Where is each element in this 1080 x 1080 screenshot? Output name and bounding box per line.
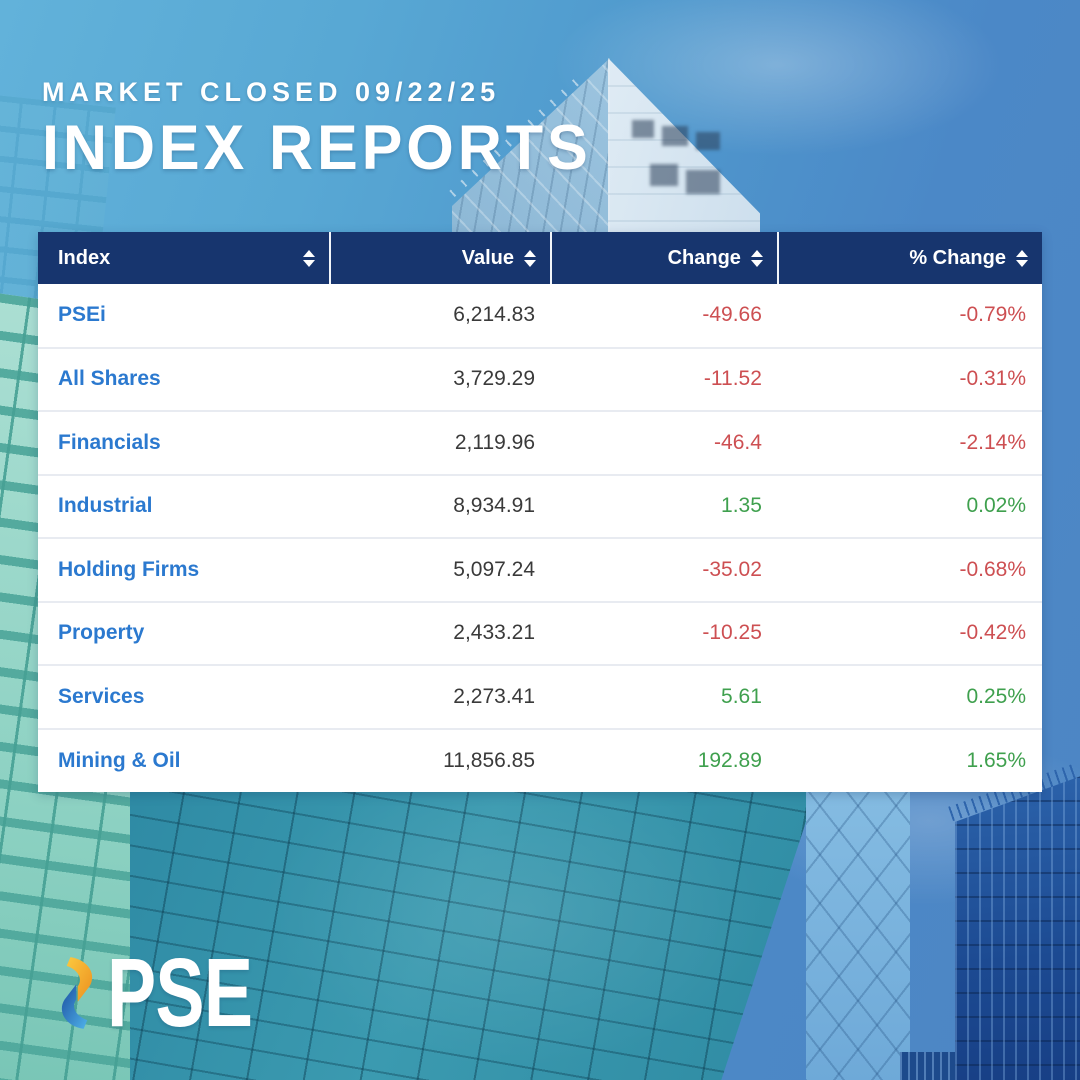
change-cell: 1.35 <box>551 475 778 539</box>
pct-change-cell: -0.68% <box>778 538 1042 602</box>
pse-logo: PSE <box>55 944 298 1041</box>
change-cell: 5.61 <box>551 665 778 729</box>
column-header-pct-change[interactable]: % Change <box>778 232 1042 284</box>
table-row: Industrial8,934.911.350.02% <box>38 475 1042 539</box>
value-cell: 5,097.24 <box>330 538 551 602</box>
background-building-diamond-grid <box>806 786 910 1080</box>
background-building-low <box>900 1052 960 1080</box>
pse-logo-text: PSE <box>107 944 252 1041</box>
column-label-value: Value <box>462 247 514 270</box>
change-cell: 192.89 <box>551 729 778 793</box>
index-table-body: PSEi6,214.83-49.66-0.79%All Shares3,729.… <box>38 284 1042 792</box>
column-header-value[interactable]: Value <box>330 232 551 284</box>
sort-arrows-icon[interactable] <box>303 250 315 267</box>
change-cell: -11.52 <box>551 348 778 412</box>
pct-change-cell: -0.42% <box>778 602 1042 666</box>
pct-change-cell: 0.25% <box>778 665 1042 729</box>
column-label-pct-change: % Change <box>909 247 1006 270</box>
value-cell: 2,433.21 <box>330 602 551 666</box>
table-row: Holding Firms5,097.24-35.02-0.68% <box>38 538 1042 602</box>
index-name-cell[interactable]: Industrial <box>38 475 330 539</box>
index-name-cell[interactable]: Financials <box>38 411 330 475</box>
pse-logo-mark <box>55 956 99 1030</box>
index-name-cell[interactable]: All Shares <box>38 348 330 412</box>
table-row: Services2,273.415.610.25% <box>38 665 1042 729</box>
pct-change-cell: 1.65% <box>778 729 1042 793</box>
sort-arrows-icon[interactable] <box>524 250 536 267</box>
sort-arrows-icon[interactable] <box>1016 250 1028 267</box>
background-building-navy <box>955 776 1080 1080</box>
poster-canvas: MARKET CLOSED 09/22/25 INDEX REPORTS Ind… <box>0 0 1080 1080</box>
index-table: Index Value Change <box>38 232 1042 792</box>
value-cell: 3,729.29 <box>330 348 551 412</box>
pct-change-cell: 0.02% <box>778 475 1042 539</box>
value-cell: 2,119.96 <box>330 411 551 475</box>
building-signage <box>628 112 758 208</box>
header: MARKET CLOSED 09/22/25 INDEX REPORTS <box>42 78 609 180</box>
table-row: Property2,433.21-10.25-0.42% <box>38 602 1042 666</box>
value-cell: 8,934.91 <box>330 475 551 539</box>
header-row: Index Value Change <box>38 232 1042 284</box>
index-name-cell[interactable]: Holding Firms <box>38 538 330 602</box>
table-row: Mining & Oil11,856.85192.891.65% <box>38 729 1042 793</box>
pct-change-cell: -0.79% <box>778 284 1042 348</box>
index-name-cell[interactable]: Mining & Oil <box>38 729 330 793</box>
table-row: All Shares3,729.29-11.52-0.31% <box>38 348 1042 412</box>
column-header-change[interactable]: Change <box>551 232 778 284</box>
index-name-cell[interactable]: Property <box>38 602 330 666</box>
column-header-index[interactable]: Index <box>38 232 330 284</box>
pct-change-cell: -2.14% <box>778 411 1042 475</box>
change-cell: -10.25 <box>551 602 778 666</box>
value-cell: 11,856.85 <box>330 729 551 793</box>
pct-change-cell: -0.31% <box>778 348 1042 412</box>
change-cell: -46.4 <box>551 411 778 475</box>
sort-arrows-icon[interactable] <box>751 250 763 267</box>
market-status-subtitle: MARKET CLOSED 09/22/25 <box>42 78 609 108</box>
index-table-header: Index Value Change <box>38 232 1042 284</box>
value-cell: 6,214.83 <box>330 284 551 348</box>
table-row: PSEi6,214.83-49.66-0.79% <box>38 284 1042 348</box>
index-name-cell[interactable]: Services <box>38 665 330 729</box>
table-row: Financials2,119.96-46.4-2.14% <box>38 411 1042 475</box>
column-label-index: Index <box>58 247 110 270</box>
index-name-cell[interactable]: PSEi <box>38 284 330 348</box>
change-cell: -49.66 <box>551 284 778 348</box>
page-title: INDEX REPORTS <box>42 117 592 180</box>
change-cell: -35.02 <box>551 538 778 602</box>
column-label-change: Change <box>668 247 741 270</box>
value-cell: 2,273.41 <box>330 665 551 729</box>
